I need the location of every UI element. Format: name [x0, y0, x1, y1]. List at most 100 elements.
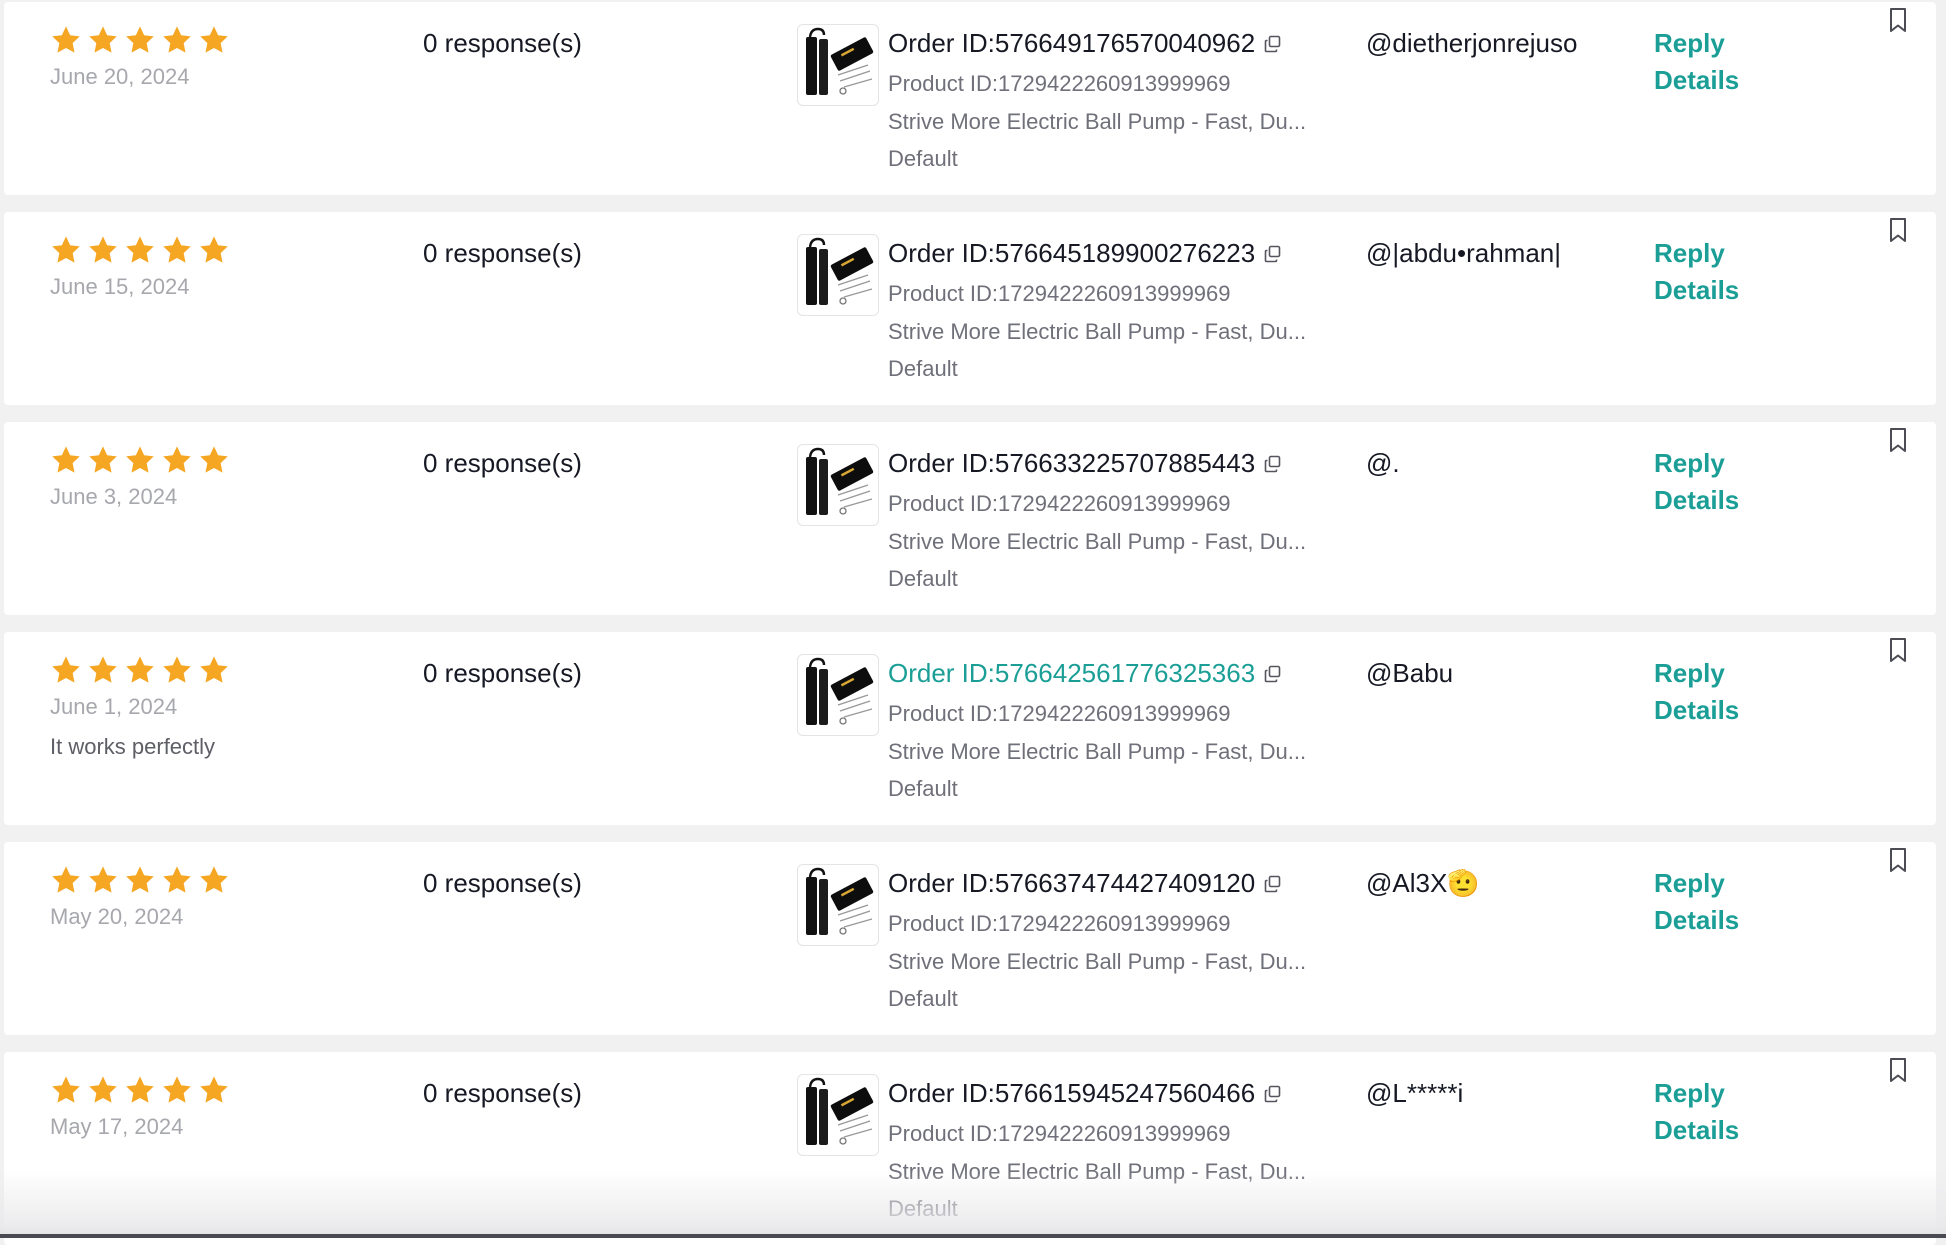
reply-button[interactable]: Reply [1654, 658, 1725, 689]
details-button[interactable]: Details [1654, 65, 1739, 96]
star-rating [50, 654, 235, 688]
product-name: Strive More Electric Ball Pump - Fast, D… [888, 739, 1307, 764]
order-id-text[interactable]: Order ID:576642561776325363 [888, 658, 1255, 689]
copy-icon[interactable] [1263, 1084, 1283, 1104]
star-icon [87, 234, 124, 268]
star-rating [50, 24, 235, 58]
order-id[interactable]: Order ID:576649176570040962 [888, 28, 1283, 59]
details-button[interactable]: Details [1654, 485, 1739, 516]
star-icon [161, 444, 198, 478]
product-variant: Default [888, 356, 958, 381]
review-row: June 20, 2024 0 response(s) Order ID:57664… [4, 2, 1936, 195]
product-variant: Default [888, 566, 958, 591]
reply-button[interactable]: Reply [1654, 448, 1725, 479]
product-thumbnail[interactable] [797, 864, 879, 946]
product-name: Strive More Electric Ball Pump - Fast, D… [888, 319, 1307, 344]
star-icon [161, 24, 198, 58]
star-icon [198, 1074, 235, 1108]
star-icon [87, 1074, 124, 1108]
star-rating [50, 864, 235, 898]
star-rating [50, 1074, 235, 1108]
copy-icon[interactable] [1263, 34, 1283, 54]
details-button[interactable]: Details [1654, 695, 1739, 726]
star-icon [198, 234, 235, 268]
bookmark-icon[interactable] [1886, 426, 1910, 454]
product-thumbnail[interactable] [797, 24, 879, 106]
product-id: Product ID:1729422260913999969 [888, 281, 1231, 306]
copy-icon[interactable] [1263, 664, 1283, 684]
copy-icon[interactable] [1263, 244, 1283, 264]
order-id-text[interactable]: Order ID:576615945247560466 [888, 1078, 1255, 1109]
details-button[interactable]: Details [1654, 1115, 1739, 1146]
response-count: 0 response(s) [423, 1078, 582, 1108]
star-icon [161, 1074, 198, 1108]
details-button[interactable]: Details [1654, 905, 1739, 936]
review-row: May 20, 2024 0 response(s) Order ID:576637… [4, 842, 1936, 1035]
product-variant: Default [888, 1196, 958, 1221]
response-count: 0 response(s) [423, 28, 582, 58]
star-icon [87, 444, 124, 478]
bookmark-icon[interactable] [1886, 1056, 1910, 1084]
star-icon [124, 234, 161, 268]
star-icon [124, 1074, 161, 1108]
reply-button[interactable]: Reply [1654, 1078, 1725, 1109]
bottom-edge [0, 1234, 1946, 1238]
review-date: May 17, 2024 [50, 1114, 184, 1139]
reply-button[interactable]: Reply [1654, 28, 1725, 59]
product-id: Product ID:1729422260913999969 [888, 911, 1231, 936]
buyer-username: @. [1366, 448, 1400, 478]
copy-icon[interactable] [1263, 874, 1283, 894]
star-icon [124, 654, 161, 688]
review-row: June 3, 2024 0 response(s) Order ID:576633… [4, 422, 1936, 615]
product-id: Product ID:1729422260913999969 [888, 71, 1231, 96]
product-id: Product ID:1729422260913999969 [888, 491, 1231, 516]
bookmark-icon[interactable] [1886, 216, 1910, 244]
order-id-text[interactable]: Order ID:576649176570040962 [888, 28, 1255, 59]
product-variant: Default [888, 146, 958, 171]
product-variant: Default [888, 776, 958, 801]
order-id-text[interactable]: Order ID:576633225707885443 [888, 448, 1255, 479]
response-count: 0 response(s) [423, 868, 582, 898]
review-date: May 20, 2024 [50, 904, 184, 929]
product-name: Strive More Electric Ball Pump - Fast, D… [888, 949, 1307, 974]
order-id[interactable]: Order ID:576633225707885443 [888, 448, 1283, 479]
star-icon [50, 234, 87, 268]
order-id-text[interactable]: Order ID:576645189900276223 [888, 238, 1255, 269]
star-icon [87, 24, 124, 58]
reply-button[interactable]: Reply [1654, 868, 1725, 899]
buyer-username: @|abdu•rahman| [1366, 238, 1561, 268]
review-date: June 15, 2024 [50, 274, 190, 299]
review-date: June 20, 2024 [50, 64, 190, 89]
review-date: June 3, 2024 [50, 484, 178, 509]
product-id: Product ID:1729422260913999969 [888, 701, 1231, 726]
review-row: June 1, 2024 It works perfectly 0 response… [4, 632, 1936, 825]
order-id[interactable]: Order ID:576642561776325363 [888, 658, 1283, 689]
bookmark-icon[interactable] [1886, 6, 1910, 34]
star-icon [161, 864, 198, 898]
product-thumbnail[interactable] [797, 1074, 879, 1156]
order-id-text[interactable]: Order ID:576637474427409120 [888, 868, 1255, 899]
copy-icon[interactable] [1263, 454, 1283, 474]
order-id[interactable]: Order ID:576615945247560466 [888, 1078, 1283, 1109]
bookmark-icon[interactable] [1886, 636, 1910, 664]
product-thumbnail[interactable] [797, 234, 879, 316]
product-variant: Default [888, 986, 958, 1011]
product-thumbnail[interactable] [797, 654, 879, 736]
buyer-username: @Babu [1366, 658, 1454, 688]
product-id: Product ID:1729422260913999969 [888, 1121, 1231, 1146]
star-icon [198, 654, 235, 688]
buyer-username: @Al3X🫡 [1366, 868, 1480, 898]
product-thumbnail[interactable] [797, 444, 879, 526]
review-comment: It works perfectly [50, 734, 216, 759]
star-icon [198, 864, 235, 898]
order-id[interactable]: Order ID:576637474427409120 [888, 868, 1283, 899]
response-count: 0 response(s) [423, 448, 582, 478]
star-icon [124, 444, 161, 478]
star-icon [50, 24, 87, 58]
star-icon [198, 444, 235, 478]
reply-button[interactable]: Reply [1654, 238, 1725, 269]
bookmark-icon[interactable] [1886, 846, 1910, 874]
response-count: 0 response(s) [423, 238, 582, 268]
order-id[interactable]: Order ID:576645189900276223 [888, 238, 1283, 269]
details-button[interactable]: Details [1654, 275, 1739, 306]
